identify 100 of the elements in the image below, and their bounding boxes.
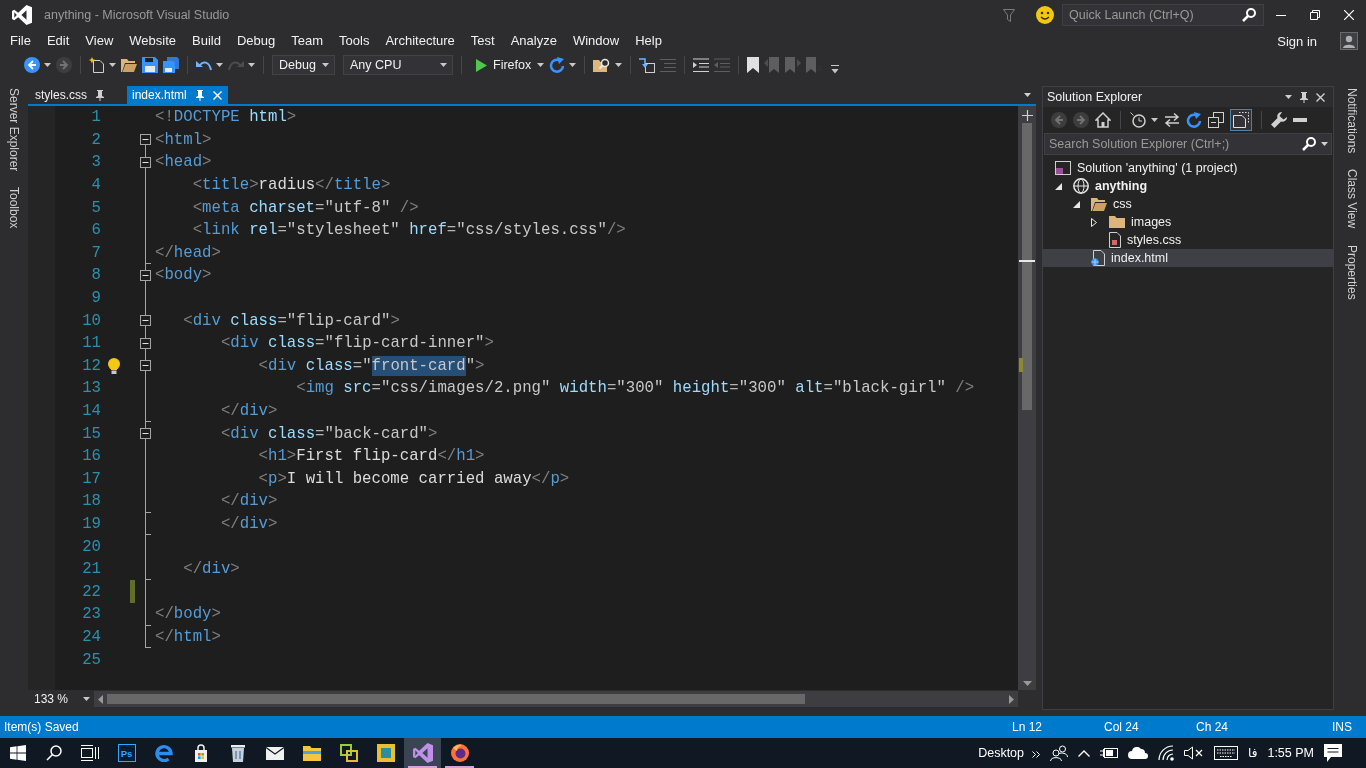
menu-item[interactable]: Analyze <box>502 32 565 50</box>
collapse-box-icon[interactable] <box>139 360 151 372</box>
vertical-scrollbar[interactable] <box>1018 106 1036 690</box>
battery-plug-icon[interactable] <box>1100 747 1119 759</box>
menu-item[interactable]: Debug <box>228 32 284 50</box>
document-tab[interactable]: styles.css <box>28 86 113 104</box>
pin-icon[interactable] <box>1300 91 1308 103</box>
menu-item[interactable]: Help <box>627 32 670 50</box>
scroll-thumb[interactable] <box>107 694 805 704</box>
collapse-box-icon[interactable] <box>139 157 151 168</box>
close-icon[interactable] <box>1316 92 1325 102</box>
scroll-down-icon[interactable] <box>1022 681 1032 686</box>
dock-tab[interactable]: Server Explorer <box>7 86 21 174</box>
undo-icon[interactable] <box>196 59 212 71</box>
horizontal-scrollbar[interactable] <box>94 691 1018 707</box>
tree-item[interactable]: anything <box>1043 177 1333 195</box>
indent-icon[interactable] <box>693 58 710 72</box>
folder-icon[interactable] <box>302 745 321 761</box>
find-in-files-icon[interactable] <box>593 57 612 73</box>
search-field[interactable]: Search Solution Explorer (Ctrl+;) <box>1044 133 1332 155</box>
app-tile[interactable]: Ps <box>117 744 136 762</box>
collapse-box-icon[interactable] <box>139 337 151 349</box>
menu-item[interactable]: Window <box>564 32 628 50</box>
bin-icon[interactable] <box>229 744 246 762</box>
caret-icon[interactable] <box>615 63 623 67</box>
taskbar-button[interactable] <box>404 738 441 768</box>
run-button[interactable]: Firefox <box>474 58 534 72</box>
collapse-box-icon[interactable] <box>139 315 151 327</box>
caret-icon[interactable] <box>248 63 255 67</box>
document-tab[interactable]: index.html <box>127 86 228 104</box>
ribbon-logo-icon[interactable] <box>412 743 433 763</box>
menu-item[interactable]: Website <box>121 32 185 50</box>
collapse-box-icon[interactable] <box>139 134 151 146</box>
square-tile-icon[interactable] <box>376 744 395 762</box>
home-icon[interactable] <box>1095 112 1111 128</box>
arrow-box-icon[interactable] <box>639 57 656 73</box>
save-all-icon[interactable] <box>163 57 179 73</box>
quick-launch-field[interactable]: Quick Launch (Ctrl+Q) <box>1062 4 1264 26</box>
chevron-up-icon[interactable] <box>1078 749 1091 757</box>
clock-icon[interactable] <box>1130 112 1146 128</box>
new-item-icon[interactable] <box>89 57 105 73</box>
tree-item[interactable]: index.html <box>1043 249 1333 267</box>
windows-logo-icon[interactable] <box>10 745 26 761</box>
avatar-icon[interactable] <box>1340 32 1358 50</box>
minimize-icon[interactable] <box>1276 14 1286 16</box>
smiley-icon[interactable] <box>1036 6 1054 24</box>
wrench-icon[interactable] <box>1271 112 1287 128</box>
save-icon[interactable] <box>142 57 158 73</box>
zoom-dropdown[interactable]: 133 % <box>28 690 94 708</box>
menu-item[interactable]: Architecture <box>377 32 463 50</box>
tree-item[interactable]: css <box>1043 195 1333 213</box>
caret-icon[interactable] <box>1285 95 1292 99</box>
funnel-icon[interactable] <box>1003 8 1015 22</box>
menu-item[interactable]: Edit <box>38 32 78 50</box>
keyboard-icon[interactable] <box>1214 746 1239 760</box>
collapse-box-icon[interactable] <box>139 428 151 440</box>
expanded-arrow-icon[interactable] <box>1072 200 1080 208</box>
caret-icon[interactable] <box>1321 142 1328 146</box>
wifi-icon[interactable] <box>1158 745 1175 761</box>
cloud-icon[interactable] <box>1128 747 1149 759</box>
scroll-thumb[interactable] <box>1022 123 1032 410</box>
dock-tab[interactable]: Properties <box>1345 242 1359 302</box>
collapsed-arrow-icon[interactable] <box>1091 217 1097 227</box>
tree-item[interactable]: images <box>1043 213 1333 231</box>
dock-tab[interactable]: Toolbox <box>7 185 21 231</box>
menu-item[interactable]: View <box>77 32 122 50</box>
overflow-icon[interactable] <box>831 65 840 74</box>
swap-arrows-icon[interactable] <box>1164 112 1180 128</box>
menu-item[interactable]: Team <box>283 32 332 50</box>
back-arrow-icon[interactable] <box>24 57 40 73</box>
scroll-right-icon[interactable] <box>1009 694 1014 704</box>
caret-icon[interactable] <box>109 63 116 67</box>
dock-tab[interactable]: Class View <box>1345 167 1359 231</box>
lightbulb-icon[interactable] <box>108 357 120 374</box>
menu-item[interactable]: Build <box>184 32 229 50</box>
caret-icon[interactable] <box>569 63 577 67</box>
envelope-icon[interactable] <box>265 746 284 760</box>
bookmark-icon[interactable] <box>747 57 760 73</box>
search-icon[interactable] <box>1242 8 1256 22</box>
pin-icon[interactable] <box>195 89 204 101</box>
caret-icon[interactable] <box>1024 93 1031 97</box>
menu-item[interactable]: File <box>2 32 39 50</box>
scroll-left-icon[interactable] <box>98 694 103 704</box>
pin-icon[interactable] <box>96 89 104 101</box>
tree-item[interactable]: styles.css <box>1043 231 1333 249</box>
notification-icon[interactable] <box>1324 744 1342 762</box>
clock-time[interactable]: 1:55 PM <box>1267 746 1314 760</box>
e-swirl-icon[interactable] <box>154 744 173 762</box>
refresh-icon[interactable] <box>549 57 566 73</box>
collapse-box-icon[interactable] <box>139 269 151 281</box>
dropdown[interactable]: Debug <box>272 55 335 75</box>
menu-item[interactable]: Test <box>462 32 503 50</box>
caret-icon[interactable] <box>44 63 51 67</box>
task-view-icon[interactable] <box>81 745 99 761</box>
tree-item[interactable]: Solution 'anything' (1 project) <box>1043 159 1333 177</box>
double-chevron-icon[interactable] <box>1032 751 1041 758</box>
flame-globe-icon[interactable] <box>450 744 469 762</box>
search-icon[interactable] <box>1302 137 1316 151</box>
sign-in-link[interactable]: Sign in <box>1277 33 1317 49</box>
people-icon[interactable] <box>1050 745 1069 761</box>
